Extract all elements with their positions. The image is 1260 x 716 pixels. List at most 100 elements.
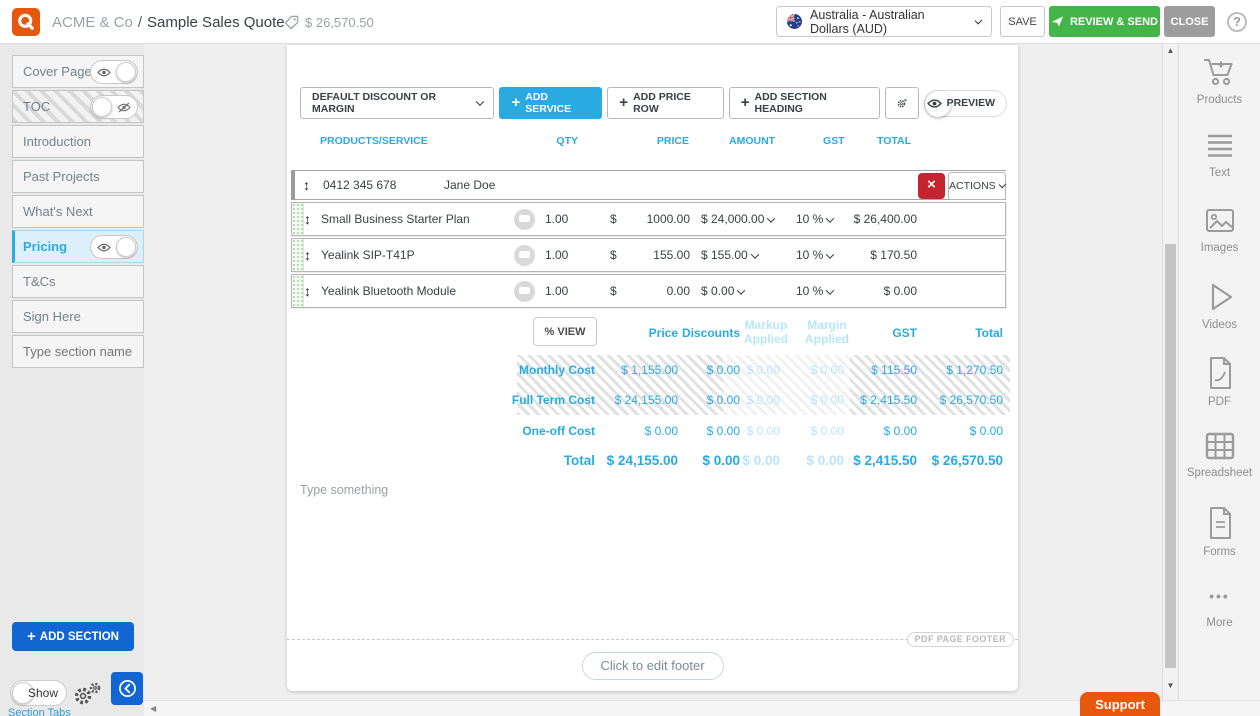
actions-label: ACTIONS bbox=[949, 180, 996, 192]
column-header-amount: AMOUNT bbox=[729, 135, 775, 147]
pricing-settings-button[interactable] bbox=[885, 87, 919, 119]
currency-label: Australia - Australian Dollars (AUD) bbox=[810, 8, 964, 36]
drag-handle-icon[interactable]: ↕ bbox=[304, 211, 311, 227]
add-service-label: ADD SERVICE bbox=[525, 91, 590, 115]
price-field[interactable]: 0.00 bbox=[610, 284, 690, 298]
plus-icon: + bbox=[511, 94, 520, 111]
rail-label: Forms bbox=[1203, 546, 1236, 558]
amount-dropdown[interactable]: $ 0.00 bbox=[701, 284, 744, 298]
sidebar-item-whats-next[interactable]: What's Next bbox=[12, 195, 144, 228]
rail-item-images[interactable]: Images bbox=[1201, 206, 1239, 261]
breadcrumb-quote-title[interactable]: Sample Sales Quote bbox=[147, 14, 285, 31]
sidebar-settings-gears-icon[interactable] bbox=[72, 681, 102, 712]
rail-item-pdf[interactable]: PDF bbox=[1204, 356, 1236, 411]
comment-bubble-icon[interactable] bbox=[514, 245, 535, 266]
rail-item-spreadsheet[interactable]: Spreadsheet bbox=[1187, 431, 1252, 486]
chevron-down-icon bbox=[998, 181, 1006, 189]
sidebar-item-label: Cover Page bbox=[23, 64, 92, 79]
toc-visibility-toggle[interactable] bbox=[90, 95, 138, 119]
delete-heading-button[interactable]: × bbox=[918, 173, 945, 199]
summary-row-one-off-cost: One-off Cost $ 0.00 $ 0.00 $ 0.00 $ 0.00… bbox=[287, 420, 1018, 442]
sidebar-item-sign-here[interactable]: Sign Here bbox=[12, 300, 144, 333]
pdf-page-footer-label: PDF PAGE FOOTER bbox=[907, 632, 1014, 647]
sidebar-item-pricing[interactable]: Pricing bbox=[12, 230, 144, 263]
review-and-send-button[interactable]: REVIEW & SEND bbox=[1049, 6, 1160, 37]
edit-footer-button[interactable]: Click to edit footer bbox=[581, 652, 723, 680]
percent-view-toggle-button[interactable]: % VIEW bbox=[533, 317, 597, 346]
product-name[interactable]: Yealink SIP-T41P bbox=[321, 248, 415, 262]
rail-item-more[interactable]: ••• More bbox=[1206, 581, 1232, 636]
sidebar-item-toc[interactable]: TOC bbox=[12, 90, 144, 123]
currency-selector[interactable]: Australia - Australian Dollars (AUD) bbox=[776, 6, 992, 37]
amount-value: $ 0.00 bbox=[701, 284, 734, 298]
new-section-name-input[interactable] bbox=[23, 344, 135, 359]
comment-bubble-icon[interactable] bbox=[514, 209, 535, 230]
product-name[interactable]: Yealink Bluetooth Module bbox=[321, 284, 456, 298]
actions-dropdown[interactable]: ACTIONS bbox=[948, 172, 1006, 200]
vertical-scrollbar[interactable]: ▲ ▼ bbox=[1162, 44, 1177, 700]
cover-page-visibility-toggle[interactable] bbox=[90, 60, 138, 84]
rail-item-products[interactable]: Products bbox=[1197, 56, 1242, 111]
drag-handle-icon[interactable]: ↕ bbox=[304, 247, 311, 263]
rail-item-forms[interactable]: Forms bbox=[1203, 506, 1236, 561]
add-service-button[interactable]: + ADD SERVICE bbox=[499, 87, 602, 119]
scroll-left-arrow-icon[interactable]: ◀ bbox=[150, 704, 156, 713]
sidebar-item-tandcs[interactable]: T&Cs bbox=[12, 265, 144, 298]
scroll-down-arrow-icon[interactable]: ▼ bbox=[1163, 681, 1178, 690]
gear-icon bbox=[897, 94, 907, 113]
gst-dropdown[interactable]: 10 % bbox=[796, 248, 833, 262]
default-discount-margin-dropdown[interactable]: DEFAULT DISCOUNT OR MARGIN bbox=[300, 87, 494, 119]
image-icon bbox=[1203, 206, 1237, 236]
text-editor-placeholder[interactable]: Type something bbox=[300, 483, 388, 497]
chevron-down-icon bbox=[767, 214, 775, 222]
row-total: $ 26,400.00 bbox=[837, 212, 917, 226]
summary-total: $ 26,570.50 bbox=[923, 385, 1003, 415]
pricing-visibility-toggle[interactable] bbox=[90, 235, 138, 259]
close-button[interactable]: CLOSE bbox=[1164, 6, 1215, 37]
summary-total: $ 0.00 bbox=[923, 420, 1003, 442]
section-tabs-link[interactable]: Section Tabs bbox=[8, 707, 71, 716]
rail-item-text[interactable]: Text bbox=[1203, 131, 1237, 186]
rail-label: Spreadsheet bbox=[1187, 467, 1252, 479]
show-section-tabs-toggle[interactable]: Show bbox=[10, 680, 67, 706]
summary-header-total: Total bbox=[923, 326, 1003, 340]
product-name[interactable]: Small Business Starter Plan bbox=[321, 212, 470, 226]
support-button[interactable]: Support bbox=[1080, 692, 1160, 716]
help-icon[interactable]: ? bbox=[1227, 12, 1247, 32]
save-button[interactable]: SAVE bbox=[1000, 6, 1045, 37]
sidebar-item-past-projects[interactable]: Past Projects bbox=[12, 160, 144, 193]
amount-dropdown[interactable]: $ 155.00 bbox=[701, 248, 758, 262]
rail-label: Products bbox=[1197, 94, 1242, 106]
vertical-scrollbar-thumb[interactable] bbox=[1165, 244, 1176, 668]
heading-contact[interactable]: Jane Doe bbox=[444, 178, 495, 192]
section-heading-row: ↕ 0412 345 678 Jane Doe × ACTIONS bbox=[291, 170, 1006, 200]
add-section-heading-button[interactable]: + ADD SECTION HEADING bbox=[729, 87, 880, 119]
add-section-button[interactable]: + ADD SECTION bbox=[12, 622, 134, 651]
breadcrumb-company[interactable]: ACME & Co bbox=[52, 14, 133, 31]
scroll-up-arrow-icon[interactable]: ▲ bbox=[1163, 46, 1178, 55]
chevron-down-icon bbox=[826, 250, 834, 258]
gst-dropdown[interactable]: 10 % bbox=[796, 212, 833, 226]
sidebar-item-cover-page[interactable]: Cover Page bbox=[12, 55, 144, 88]
qty-field[interactable]: 1.00 bbox=[545, 284, 568, 298]
add-price-row-button[interactable]: + ADD PRICE ROW bbox=[607, 87, 723, 119]
amount-dropdown[interactable]: $ 24,000.00 bbox=[701, 212, 774, 226]
price-field[interactable]: 1000.00 bbox=[610, 212, 690, 226]
app-logo-icon[interactable] bbox=[12, 8, 40, 36]
summary-margin: $ 0.00 bbox=[767, 420, 844, 442]
gst-dropdown[interactable]: 10 % bbox=[796, 284, 833, 298]
rail-item-videos[interactable]: Videos bbox=[1202, 281, 1237, 336]
qty-field[interactable]: 1.00 bbox=[545, 212, 568, 226]
sidebar-item-introduction[interactable]: Introduction bbox=[12, 125, 144, 158]
heading-phone[interactable]: 0412 345 678 bbox=[323, 178, 396, 192]
drag-handle-icon[interactable]: ↕ bbox=[303, 177, 310, 193]
tag-icon bbox=[284, 15, 299, 30]
pricing-rows: ↕ 0412 345 678 Jane Doe × ACTIONS ↕ Smal… bbox=[291, 170, 1006, 308]
drag-handle-icon[interactable]: ↕ bbox=[304, 283, 311, 299]
comment-bubble-icon[interactable] bbox=[514, 281, 535, 302]
collapse-sidebar-button[interactable] bbox=[111, 672, 143, 705]
qty-field[interactable]: 1.00 bbox=[545, 248, 568, 262]
price-field[interactable]: 155.00 bbox=[610, 248, 690, 262]
summary-gst: $ 2,415.50 bbox=[837, 447, 917, 475]
preview-toggle[interactable]: PREVIEW bbox=[924, 90, 1007, 117]
